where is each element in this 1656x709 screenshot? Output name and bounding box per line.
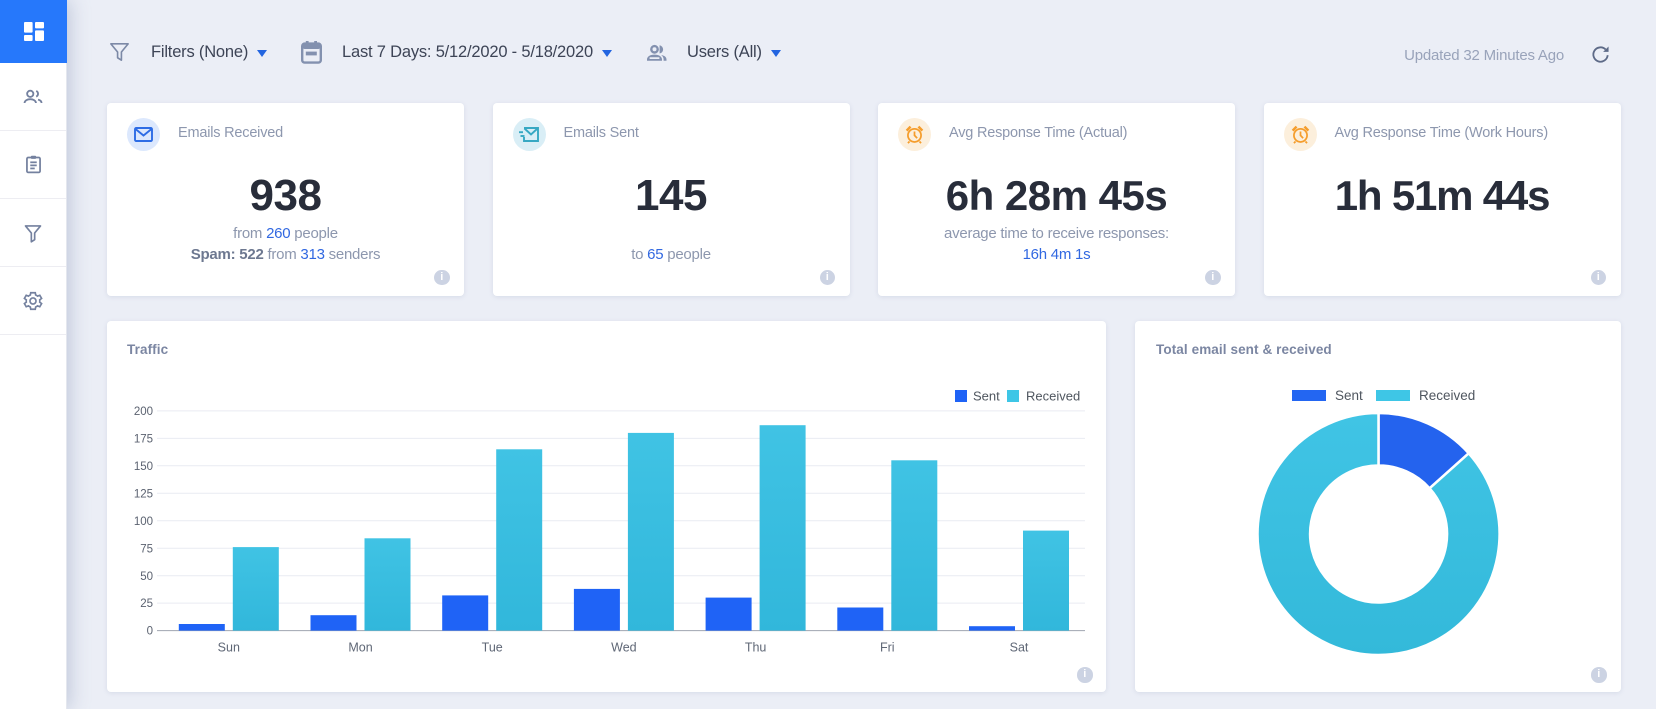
svg-text:175: 175 [134, 434, 153, 446]
svg-text:100: 100 [134, 516, 153, 528]
svg-text:75: 75 [140, 543, 153, 555]
svg-text:Tue: Tue [482, 641, 503, 655]
svg-text:Sent: Sent [973, 389, 1000, 404]
svg-text:0: 0 [147, 626, 153, 638]
svg-text:Received: Received [1026, 389, 1080, 404]
svg-text:Sat: Sat [1010, 641, 1029, 655]
svg-text:Thu: Thu [745, 641, 767, 655]
svg-text:Fri: Fri [880, 641, 895, 655]
svg-text:150: 150 [134, 461, 153, 473]
svg-text:25: 25 [140, 598, 153, 610]
svg-text:200: 200 [134, 406, 153, 418]
svg-text:Wed: Wed [611, 641, 637, 655]
svg-text:Received: Received [1419, 388, 1475, 403]
svg-text:Sent: Sent [1335, 388, 1363, 403]
svg-text:50: 50 [140, 571, 153, 583]
svg-text:Sun: Sun [218, 641, 240, 655]
svg-text:125: 125 [134, 489, 153, 501]
svg-text:Mon: Mon [348, 641, 372, 655]
